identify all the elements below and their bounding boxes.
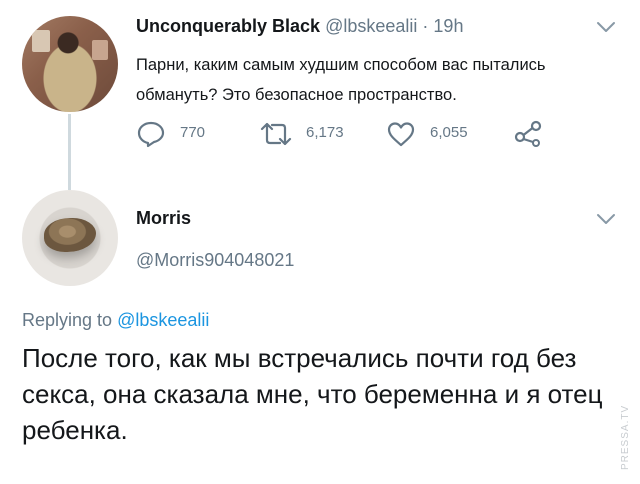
avatar-object [44, 218, 96, 252]
thread-connector-line [68, 114, 71, 190]
like-count: 6,055 [430, 124, 468, 141]
retweet-icon[interactable] [258, 120, 294, 148]
avatar-background-detail [92, 40, 108, 60]
replying-to-label: Replying to [22, 310, 113, 330]
reply-count: 770 [180, 124, 206, 141]
author-name[interactable]: Unconquerably Black [136, 16, 320, 36]
chevron-down-icon[interactable] [596, 212, 616, 232]
like-icon[interactable] [386, 120, 416, 148]
reply-tweet-text: После того, как мы встречались почти год… [22, 343, 603, 445]
avatar-morris[interactable] [22, 190, 118, 286]
retweet-count: 6,173 [306, 124, 344, 141]
author-handle[interactable]: @Morris904048021 [136, 250, 294, 271]
replying-to-mention[interactable]: @lbskeealii [117, 310, 209, 330]
watermark: PRESSA.TV [620, 404, 631, 470]
author-handle[interactable]: @lbskeealii [325, 16, 417, 36]
avatar-background-detail [32, 30, 50, 52]
replying-to: Replying to @lbskeealii [22, 310, 209, 331]
author-name[interactable]: Morris [136, 208, 191, 229]
tweet-header: Unconquerably Black @lbskeealii · 19h [136, 16, 463, 37]
tweet-text: Парни, каким самым худшим способом вас п… [136, 56, 546, 104]
reply-icon[interactable] [136, 120, 166, 148]
avatar-unconquerably-black[interactable] [22, 16, 118, 112]
chevron-down-icon[interactable] [596, 20, 616, 40]
separator-dot: · [422, 16, 429, 36]
share-icon[interactable] [512, 118, 544, 148]
tweet-time[interactable]: 19h [433, 16, 463, 36]
